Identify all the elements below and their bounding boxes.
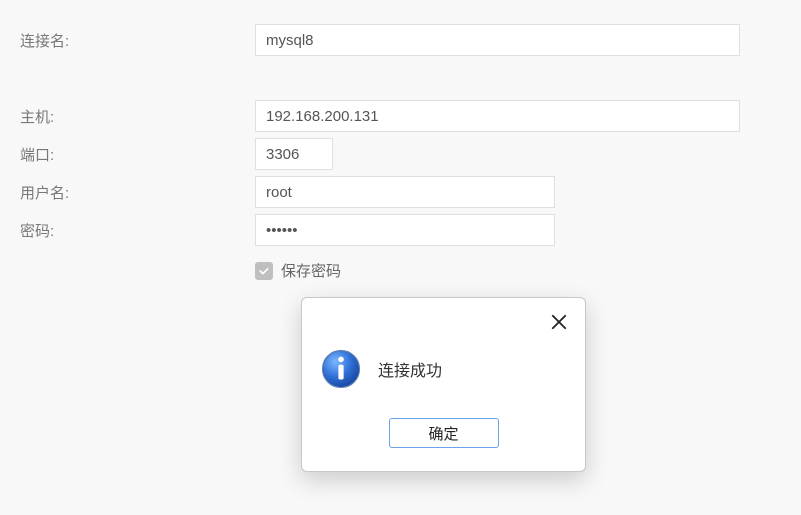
close-icon <box>550 313 568 331</box>
connection-name-input-wrap <box>255 24 781 56</box>
message-dialog: 连接成功 确定 <box>301 297 586 472</box>
connection-name-label: 连接名: <box>20 30 255 51</box>
row-save-password: 保存密码 <box>255 260 781 281</box>
host-label: 主机: <box>20 106 255 127</box>
dialog-footer: 确定 <box>302 418 585 448</box>
username-input[interactable] <box>255 176 555 208</box>
check-icon <box>258 265 270 277</box>
save-password-checkbox[interactable] <box>255 262 273 280</box>
port-input[interactable] <box>255 138 333 170</box>
row-username: 用户名: <box>20 176 781 208</box>
password-input-wrap <box>255 214 781 246</box>
info-icon <box>320 348 362 390</box>
row-connection-name: 连接名: <box>20 24 781 56</box>
save-password-label: 保存密码 <box>281 260 341 281</box>
username-label: 用户名: <box>20 182 255 203</box>
dialog-close-button[interactable] <box>547 310 571 334</box>
host-input[interactable] <box>255 100 740 132</box>
password-input[interactable] <box>255 214 555 246</box>
port-input-wrap <box>255 138 781 170</box>
row-password: 密码: <box>20 214 781 246</box>
dialog-body: 连接成功 <box>302 298 585 390</box>
password-label: 密码: <box>20 220 255 241</box>
dialog-message: 连接成功 <box>378 357 442 381</box>
row-port: 端口: <box>20 138 781 170</box>
host-input-wrap <box>255 100 781 132</box>
port-label: 端口: <box>20 144 255 165</box>
row-host: 主机: <box>20 100 781 132</box>
ok-button[interactable]: 确定 <box>389 418 499 448</box>
connection-form: 连接名: 主机: 端口: 用户名: 密码: 保存密码 <box>0 0 801 281</box>
username-input-wrap <box>255 176 781 208</box>
connection-name-input[interactable] <box>255 24 740 56</box>
